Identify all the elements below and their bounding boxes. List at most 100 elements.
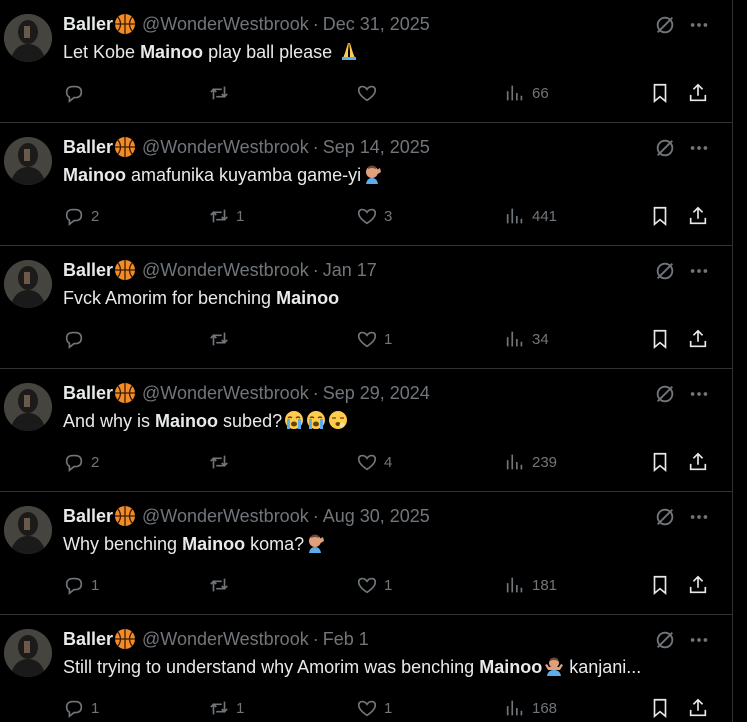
shrug-emoji-icon	[545, 657, 564, 676]
bookmark-button[interactable]	[649, 81, 671, 105]
tweet-date[interactable]: Jan 17	[323, 260, 377, 281]
user-name[interactable]: Baller	[63, 506, 113, 527]
repost-button[interactable]: 1	[208, 696, 244, 720]
repost-icon	[210, 578, 228, 592]
repost-button[interactable]	[208, 573, 236, 597]
bookmark-button[interactable]	[649, 204, 671, 228]
repost-button[interactable]	[208, 81, 236, 105]
grok-icon[interactable]	[654, 137, 676, 159]
like-count: 1	[384, 330, 393, 348]
share-icon	[689, 329, 707, 348]
grok-icon[interactable]	[654, 14, 676, 36]
like-button[interactable]: 1	[356, 327, 392, 351]
bookmark-button[interactable]	[649, 327, 671, 351]
share-button[interactable]	[687, 204, 709, 228]
tweet-date[interactable]: Dec 31, 2025	[323, 14, 430, 35]
reply-button[interactable]: 2	[63, 450, 99, 474]
tweet-date[interactable]: Sep 29, 2024	[323, 383, 430, 404]
user-handle[interactable]: @WonderWestbrook	[142, 629, 309, 650]
grok-icon[interactable]	[654, 383, 676, 405]
like-button[interactable]: 3	[356, 204, 392, 228]
user-handle[interactable]: @WonderWestbrook	[142, 137, 309, 158]
avatar[interactable]	[4, 506, 52, 554]
bookmark-button[interactable]	[649, 696, 671, 720]
views-button[interactable]: 34	[504, 327, 549, 351]
user-name[interactable]: Baller	[63, 629, 113, 650]
share-button[interactable]	[687, 81, 709, 105]
repost-button[interactable]	[208, 327, 236, 351]
share-button[interactable]	[687, 573, 709, 597]
like-button[interactable]	[356, 81, 384, 105]
share-button[interactable]	[687, 327, 709, 351]
tweet-actions: 1 1 181	[0, 573, 732, 597]
user-name[interactable]: Baller	[63, 260, 113, 281]
user-name[interactable]: Baller	[63, 383, 113, 404]
user-name[interactable]: Baller	[63, 137, 113, 158]
more-icon[interactable]	[688, 506, 710, 528]
tweet-card[interactable]: Baller @WonderWestbrook · Feb 1 Still tr…	[0, 615, 732, 722]
like-button[interactable]: 1	[356, 573, 392, 597]
tweet-card[interactable]: Baller @WonderWestbrook · Sep 14, 2025 M…	[0, 123, 732, 246]
user-handle[interactable]: @WonderWestbrook	[142, 506, 309, 527]
views-button[interactable]: 239	[504, 450, 557, 474]
repost-icon	[210, 455, 228, 469]
basketball-icon	[115, 14, 136, 34]
avatar[interactable]	[4, 137, 52, 185]
more-icon[interactable]	[688, 629, 710, 651]
views-icon	[506, 577, 523, 593]
heart-icon	[357, 577, 377, 594]
reply-count: 1	[91, 576, 100, 594]
grok-icon[interactable]	[654, 629, 676, 651]
more-icon[interactable]	[688, 137, 710, 159]
heart-icon	[357, 700, 377, 717]
tweet-card[interactable]: Baller @WonderWestbrook · Aug 30, 2025 W…	[0, 492, 732, 615]
avatar[interactable]	[4, 14, 52, 62]
tweet-card[interactable]: Baller @WonderWestbrook · Sep 29, 2024 A…	[0, 369, 732, 492]
reply-button[interactable]	[63, 81, 91, 105]
like-button[interactable]: 1	[356, 696, 392, 720]
share-button[interactable]	[687, 450, 709, 474]
user-handle[interactable]: @WonderWestbrook	[142, 383, 309, 404]
reply-button[interactable]: 1	[63, 696, 99, 720]
views-button[interactable]: 441	[504, 204, 557, 228]
reply-button[interactable]: 2	[63, 204, 99, 228]
reply-button[interactable]: 1	[63, 573, 99, 597]
repost-button[interactable]: 1	[208, 204, 244, 228]
separator-dot: ·	[312, 505, 319, 526]
repost-button[interactable]	[208, 450, 236, 474]
views-count: 181	[532, 576, 558, 594]
tweet-header: Baller @WonderWestbrook · Aug 30, 2025	[63, 505, 430, 527]
user-handle[interactable]: @WonderWestbrook	[142, 260, 309, 281]
more-icon[interactable]	[688, 383, 710, 405]
views-icon	[506, 208, 523, 224]
share-button[interactable]	[687, 696, 709, 720]
highlight-keyword: Mainoo	[182, 534, 246, 554]
bookmark-button[interactable]	[649, 573, 671, 597]
bookmark-button[interactable]	[649, 450, 671, 474]
views-button[interactable]: 168	[504, 696, 557, 720]
user-name[interactable]: Baller	[63, 14, 113, 35]
tweet-card[interactable]: Baller @WonderWestbrook · Jan 17 Fvck Am…	[0, 246, 732, 369]
grok-icon[interactable]	[654, 260, 676, 282]
views-button[interactable]: 181	[504, 573, 557, 597]
more-icon[interactable]	[688, 260, 710, 282]
tweet-date[interactable]: Sep 14, 2025	[323, 137, 430, 158]
reply-count: 2	[91, 453, 100, 471]
avatar[interactable]	[4, 383, 52, 431]
views-button[interactable]: 66	[504, 81, 549, 105]
folded-hands-emoji-icon	[342, 43, 357, 60]
tweet-actions: 2 4 239	[0, 450, 732, 474]
more-icon[interactable]	[688, 14, 710, 36]
avatar[interactable]	[4, 260, 52, 308]
tweet-card[interactable]: Baller @WonderWestbrook · Dec 31, 2025 L…	[0, 0, 732, 123]
separator-dot: ·	[312, 136, 319, 157]
repost-icon	[210, 701, 228, 715]
grok-icon[interactable]	[654, 506, 676, 528]
tweet-date[interactable]: Aug 30, 2025	[323, 506, 430, 527]
reply-button[interactable]	[63, 327, 91, 351]
avatar[interactable]	[4, 629, 52, 677]
user-handle[interactable]: @WonderWestbrook	[142, 14, 309, 35]
reply-icon	[65, 331, 83, 349]
like-button[interactable]: 4	[356, 450, 392, 474]
tweet-date[interactable]: Feb 1	[323, 629, 369, 650]
